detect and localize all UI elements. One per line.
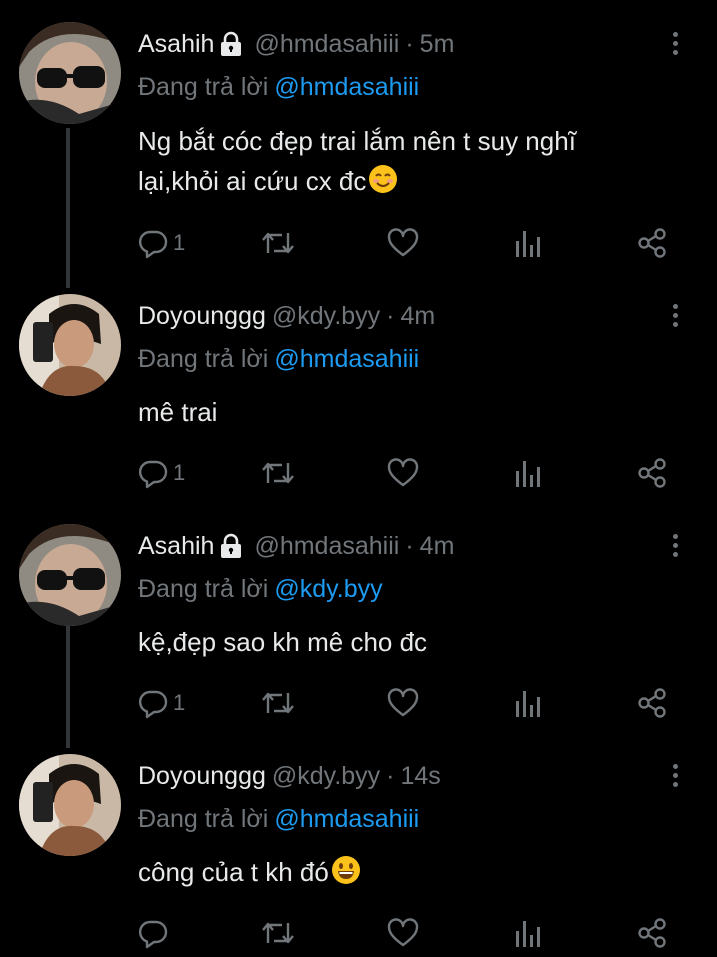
like-button[interactable]: [386, 225, 420, 261]
replying-to-handle[interactable]: @hmdasahiii: [274, 73, 419, 101]
like-button[interactable]: [386, 455, 420, 491]
tweet-text: mê trai: [138, 392, 658, 432]
reply-thread: Asahih @hmdasahiii · 5m Đang trả lời @hmd…: [0, 0, 717, 957]
more-options-icon[interactable]: [665, 28, 685, 58]
separator-dot: ·: [405, 532, 414, 560]
more-options-icon[interactable]: [665, 760, 685, 790]
views-button[interactable]: [513, 225, 543, 261]
separator-dot: ·: [386, 302, 395, 330]
separator-dot: ·: [405, 30, 414, 58]
tweet-actions: 1: [0, 225, 717, 261]
user-handle[interactable]: @kdy.byy: [272, 301, 380, 331]
views-button[interactable]: [513, 455, 543, 491]
reply-icon: [138, 690, 168, 719]
display-name[interactable]: Doyounggg: [138, 301, 266, 331]
replying-to-handle[interactable]: @hmdasahiii: [274, 805, 419, 833]
share-icon: [638, 228, 666, 258]
timestamp[interactable]: 5m: [420, 29, 455, 59]
tweet-text-line: Ng bắt cóc đẹp trai lắm nên t suy nghĩ: [138, 126, 576, 156]
more-options-icon[interactable]: [665, 530, 685, 560]
share-button[interactable]: [636, 915, 668, 951]
tweet-actions: 1: [0, 685, 717, 721]
lock-icon: [220, 31, 242, 57]
lock-icon: [220, 533, 242, 559]
views-button[interactable]: [513, 685, 543, 721]
reply-count: 1: [173, 460, 186, 485]
retweet-icon: [262, 232, 294, 254]
tweet-text-line: kệ,đẹp sao kh mê cho đc: [138, 627, 428, 657]
avatar[interactable]: [19, 754, 121, 856]
share-icon: [638, 458, 666, 488]
replying-to-handle[interactable]: @hmdasahiii: [274, 345, 419, 373]
analytics-icon: [516, 691, 540, 717]
retweet-button[interactable]: [260, 915, 296, 951]
retweet-button[interactable]: [260, 225, 296, 261]
user-handle[interactable]: @kdy.byy: [272, 761, 380, 791]
avatar[interactable]: [19, 524, 121, 626]
heart-icon: [387, 918, 419, 947]
reply-icon: [138, 920, 168, 949]
tweet-text-line: lại,khỏi ai cứu cx đc: [138, 166, 367, 196]
replying-to-label: Đang trả lời: [138, 805, 269, 833]
like-button[interactable]: [386, 685, 420, 721]
display-name[interactable]: Doyounggg: [138, 761, 266, 791]
separator-dot: ·: [386, 762, 395, 790]
tweet-text-line: mê trai: [138, 397, 218, 427]
heart-icon: [387, 458, 419, 487]
like-button[interactable]: [386, 915, 420, 951]
user-handle[interactable]: @hmdasahiii: [254, 531, 399, 561]
share-icon: [638, 918, 666, 948]
analytics-icon: [516, 461, 540, 487]
tweet-text: kệ,đẹp sao kh mê cho đc: [138, 622, 658, 662]
heart-icon: [387, 688, 419, 717]
display-name[interactable]: Asahih: [138, 29, 214, 59]
share-button[interactable]: [636, 225, 668, 261]
reply-button[interactable]: 1: [137, 685, 185, 721]
timestamp[interactable]: 4m: [401, 301, 436, 331]
replying-to-label: Đang trả lời: [138, 73, 269, 101]
heart-icon: [387, 228, 419, 257]
reply-button[interactable]: 1: [137, 455, 185, 491]
reply-icon: [138, 230, 168, 259]
grinning-face-emoji: [331, 855, 361, 896]
reply-button[interactable]: 1: [137, 225, 185, 261]
retweet-icon: [262, 692, 294, 714]
smiling-face-emoji: [368, 164, 398, 205]
retweet-icon: [262, 462, 294, 484]
replying-to-handle[interactable]: @kdy.byy: [274, 575, 382, 603]
timestamp[interactable]: 4m: [420, 531, 455, 561]
reply-icon: [138, 460, 168, 489]
replying-to-label: Đang trả lời: [138, 575, 269, 603]
avatar[interactable]: [19, 294, 121, 396]
more-options-icon[interactable]: [665, 300, 685, 330]
reply-count: 1: [173, 690, 186, 715]
thread-line: [66, 128, 70, 288]
user-handle[interactable]: @hmdasahiii: [254, 29, 399, 59]
reply-count: 1: [173, 230, 186, 255]
tweet-actions: 1: [0, 455, 717, 491]
tweet-text-line: công của t kh đó: [138, 857, 329, 887]
tweet-text: công của t kh đó: [138, 852, 658, 896]
reply-button[interactable]: [137, 915, 173, 951]
avatar[interactable]: [19, 22, 121, 124]
views-button[interactable]: [513, 915, 543, 951]
share-button[interactable]: [636, 455, 668, 491]
tweet-text: Ng bắt cóc đẹp trai lắm nên t suy nghĩ l…: [138, 121, 658, 205]
analytics-icon: [516, 921, 540, 947]
retweet-icon: [262, 922, 294, 944]
replying-to-label: Đang trả lời: [138, 345, 269, 373]
share-button[interactable]: [636, 685, 668, 721]
tweet-actions: [0, 915, 717, 951]
retweet-button[interactable]: [260, 685, 296, 721]
analytics-icon: [516, 231, 540, 257]
display-name[interactable]: Asahih: [138, 531, 214, 561]
timestamp[interactable]: 14s: [401, 761, 441, 791]
share-icon: [638, 688, 666, 718]
retweet-button[interactable]: [260, 455, 296, 491]
